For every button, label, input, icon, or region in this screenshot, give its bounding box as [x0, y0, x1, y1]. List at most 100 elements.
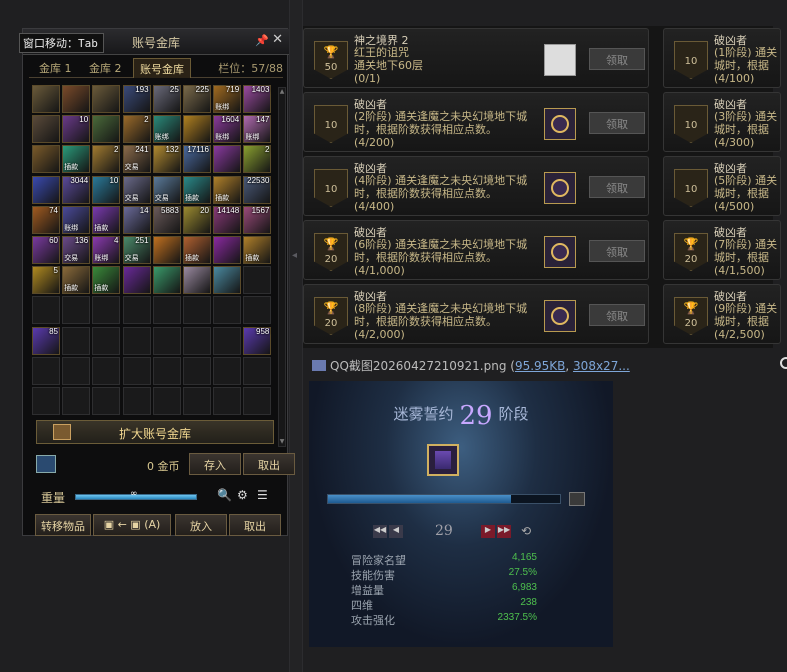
- grid-item[interactable]: 2: [92, 145, 121, 174]
- grid-item[interactable]: 插款: [243, 236, 272, 264]
- emblem-reward-icon[interactable]: [544, 300, 576, 332]
- reward-chest-icon[interactable]: [569, 492, 585, 506]
- vault-icon[interactable]: [36, 455, 56, 473]
- grid-item[interactable]: 147 账绑: [243, 115, 272, 144]
- grid-item[interactable]: 交易: [152, 175, 181, 204]
- grid-item[interactable]: 账绑: [62, 205, 91, 234]
- expand-vault-button[interactable]: 扩大账号金库: [36, 420, 274, 444]
- grid-slot[interactable]: [92, 326, 121, 355]
- grid-slot[interactable]: [213, 296, 242, 325]
- grid-item[interactable]: 账绑: [152, 115, 181, 144]
- withdraw-button[interactable]: 取出: [243, 453, 295, 475]
- grid-item[interactable]: [152, 266, 181, 295]
- first-stage-icon[interactable]: ◀◀: [373, 525, 387, 538]
- emblem-reward-icon[interactable]: [544, 172, 576, 204]
- grid-item[interactable]: 2: [122, 115, 151, 144]
- grid-item[interactable]: [152, 236, 181, 264]
- grid-item[interactable]: [183, 115, 211, 144]
- grid-item[interactable]: [213, 266, 242, 295]
- grid-item[interactable]: 交易: [122, 175, 151, 204]
- list-icon[interactable]: ☰: [257, 488, 268, 502]
- grid-item[interactable]: 958: [243, 326, 272, 355]
- grid-slot[interactable]: [32, 356, 60, 385]
- file-dims-link[interactable]: 308x27...: [573, 359, 630, 373]
- claim-button[interactable]: 领取: [589, 176, 645, 198]
- transfer-items-button[interactable]: 转移物品: [35, 514, 91, 536]
- grid-slot[interactable]: [152, 296, 181, 325]
- grid-item[interactable]: [32, 85, 60, 113]
- grid-item[interactable]: [32, 145, 60, 174]
- grid-slot[interactable]: [213, 387, 242, 415]
- grid-item[interactable]: 10: [92, 175, 121, 204]
- grid-item[interactable]: 3044: [62, 175, 91, 204]
- collapse-arrow-icon[interactable]: ◂: [292, 250, 301, 270]
- grid-slot[interactable]: [243, 266, 272, 295]
- grid-item[interactable]: 22530: [243, 175, 272, 204]
- grid-item[interactable]: 2: [243, 145, 272, 174]
- pin-icon[interactable]: 📌: [255, 34, 269, 47]
- grid-item[interactable]: 719 账绑: [213, 85, 242, 113]
- grid-item[interactable]: 插款: [62, 266, 91, 295]
- grid-item[interactable]: 132: [152, 145, 181, 174]
- put-in-button[interactable]: 放入: [175, 514, 227, 536]
- grid-slot[interactable]: [32, 387, 60, 415]
- grid-item[interactable]: 插款: [213, 175, 242, 204]
- grid-slot[interactable]: [152, 387, 181, 415]
- grid-scrollbar[interactable]: ▲ ▼: [278, 87, 286, 447]
- grid-slot[interactable]: [152, 326, 181, 355]
- emblem-reward-icon[interactable]: [544, 108, 576, 140]
- panel-divider[interactable]: ◂: [289, 0, 303, 672]
- grid-item[interactable]: 插款: [62, 145, 91, 174]
- refresh-icon[interactable]: ⟲: [521, 524, 531, 538]
- last-stage-icon[interactable]: ▶▶: [497, 525, 511, 538]
- grid-item[interactable]: 74: [32, 205, 60, 234]
- grid-item[interactable]: [32, 115, 60, 144]
- grid-slot[interactable]: [183, 326, 211, 355]
- scroll-reward-icon[interactable]: [544, 44, 576, 76]
- take-out-button[interactable]: 取出: [229, 514, 281, 536]
- grid-item[interactable]: [62, 85, 91, 113]
- grid-slot[interactable]: [62, 356, 91, 385]
- grid-item[interactable]: 193: [122, 85, 151, 113]
- grid-item[interactable]: 14: [122, 205, 151, 234]
- grid-item[interactable]: 136 交易: [62, 236, 91, 264]
- grid-item[interactable]: 插款: [92, 266, 121, 295]
- grid-item[interactable]: 插款: [183, 236, 211, 264]
- grid-item[interactable]: 60: [32, 236, 60, 264]
- mist-crystal-icon[interactable]: [427, 444, 459, 476]
- emblem-reward-icon[interactable]: [544, 236, 576, 268]
- tab-vault-2[interactable]: 金库 2: [83, 58, 128, 78]
- grid-slot[interactable]: [183, 387, 211, 415]
- grid-slot[interactable]: [243, 356, 272, 385]
- grid-slot[interactable]: [122, 356, 151, 385]
- grid-item[interactable]: 插款: [92, 205, 121, 234]
- grid-item[interactable]: [92, 115, 121, 144]
- grid-slot[interactable]: [32, 296, 60, 325]
- grid-item[interactable]: [92, 85, 121, 113]
- grid-slot[interactable]: [122, 326, 151, 355]
- tab-account-vault[interactable]: 账号金库: [133, 58, 191, 78]
- grid-item[interactable]: 85: [32, 326, 60, 355]
- grid-item[interactable]: 251 交易: [122, 236, 151, 264]
- grid-item[interactable]: 5: [32, 266, 60, 295]
- prev-stage-icon[interactable]: ◀: [389, 525, 403, 538]
- deposit-button[interactable]: 存入: [189, 453, 241, 475]
- grid-item[interactable]: 1403: [243, 85, 272, 113]
- grid-slot[interactable]: [243, 296, 272, 325]
- grid-slot[interactable]: [183, 356, 211, 385]
- grid-slot[interactable]: [243, 387, 272, 415]
- next-stage-icon[interactable]: ▶: [481, 525, 495, 538]
- grid-item[interactable]: 241 交易: [122, 145, 151, 174]
- grid-item[interactable]: 1567: [243, 205, 272, 234]
- grid-item[interactable]: [32, 175, 60, 204]
- grid-item[interactable]: [183, 266, 211, 295]
- grid-item[interactable]: [213, 145, 242, 174]
- grid-item[interactable]: [213, 236, 242, 264]
- grid-item[interactable]: 14148: [213, 205, 242, 234]
- grid-slot[interactable]: [62, 296, 91, 325]
- grid-item[interactable]: 4 账绑: [92, 236, 121, 264]
- grid-slot[interactable]: [122, 296, 151, 325]
- tab-vault-1[interactable]: 金库 1: [33, 58, 78, 78]
- grid-item[interactable]: 25: [152, 85, 181, 113]
- grid-item[interactable]: 1604 账绑: [213, 115, 242, 144]
